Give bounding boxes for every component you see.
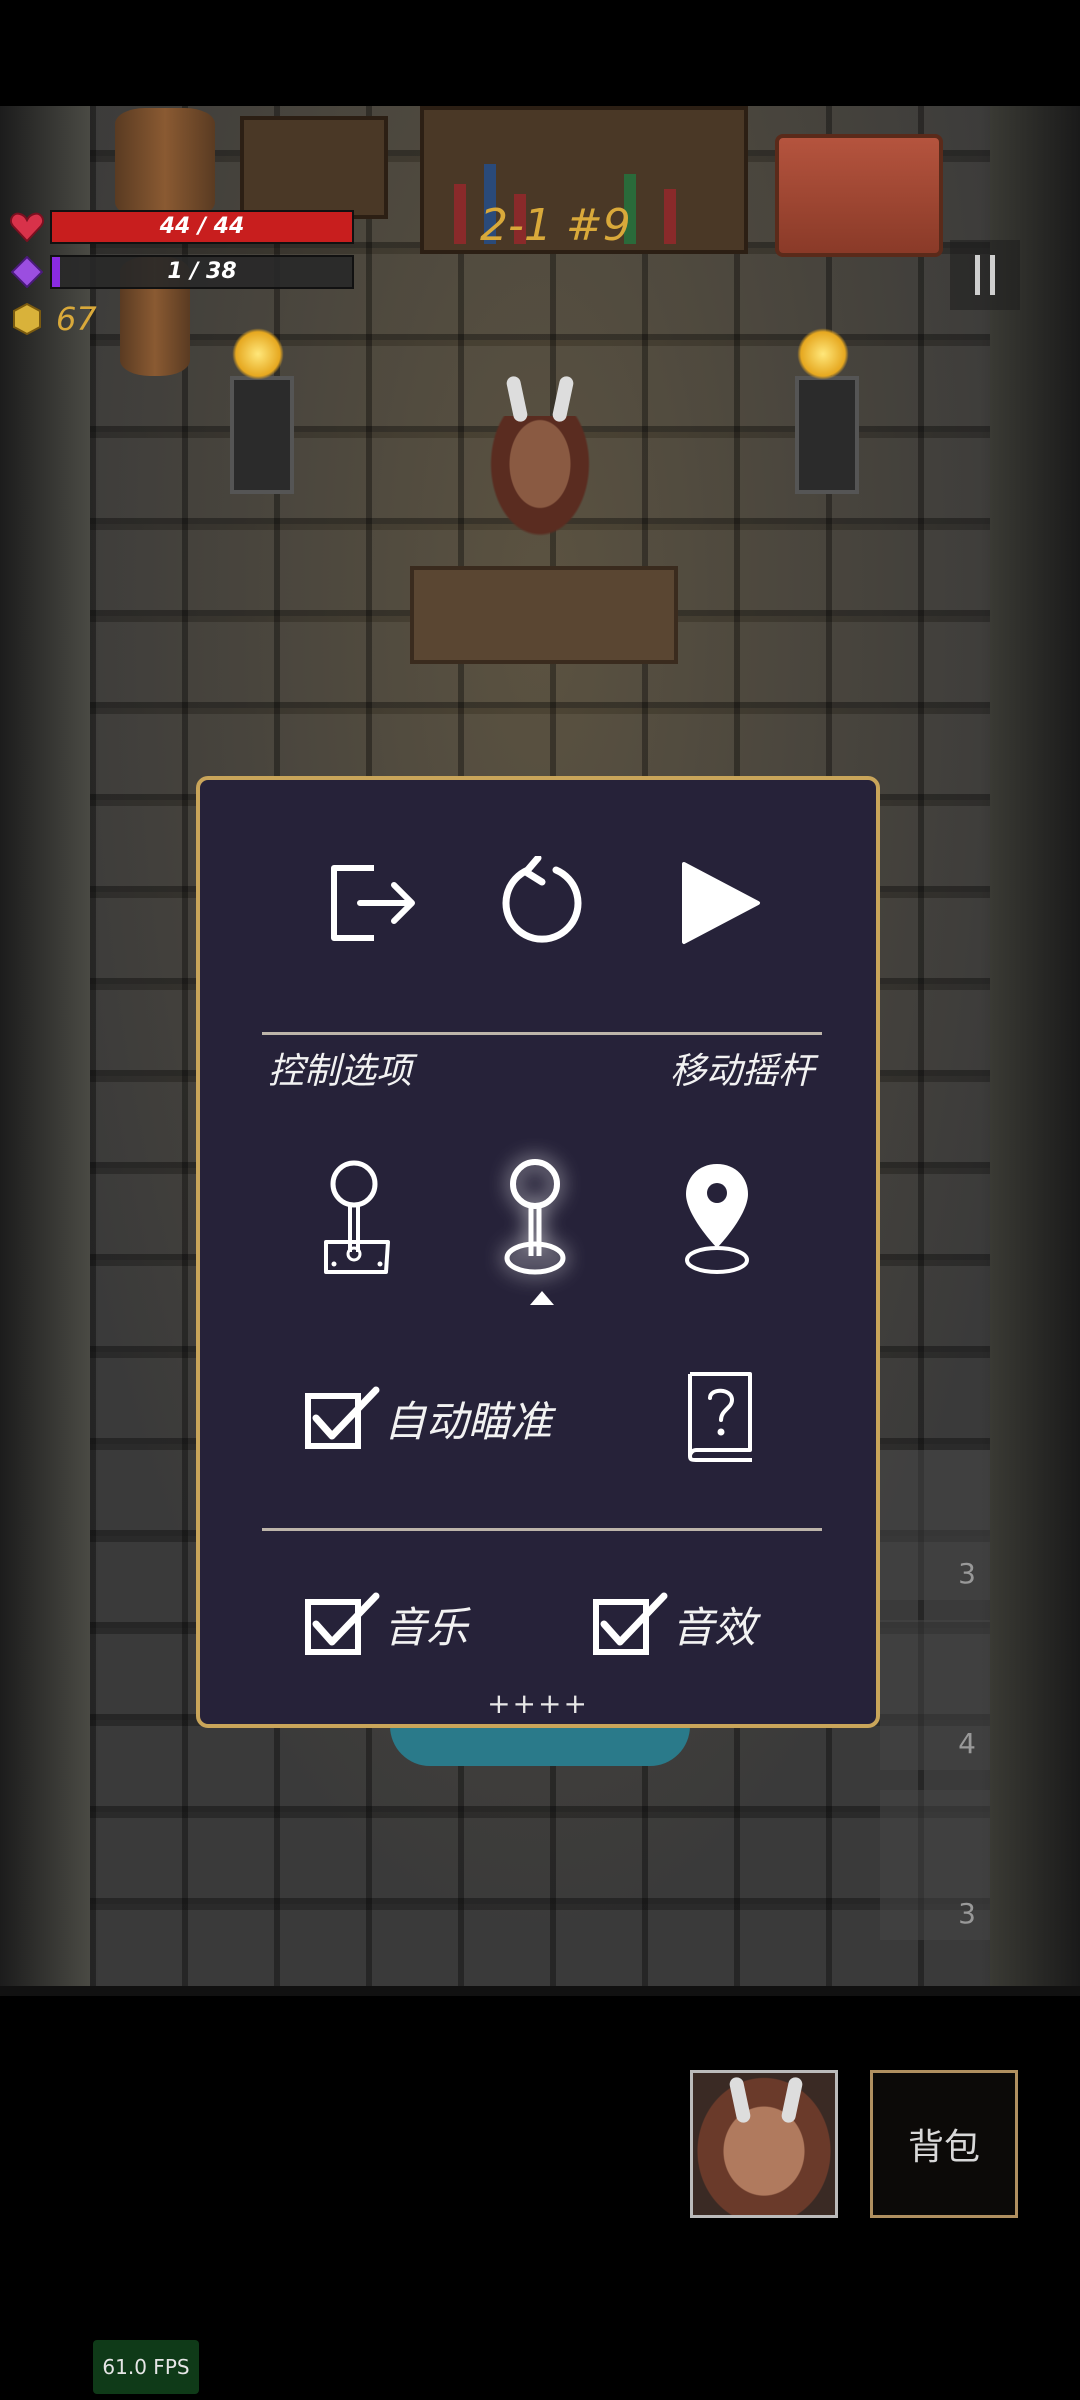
caret-up-icon — [530, 1291, 554, 1305]
right-wall — [990, 106, 1080, 1996]
skill-slot-3[interactable]: 3 — [880, 1790, 990, 1940]
restart-button[interactable] — [498, 854, 586, 952]
joystick-floating-option[interactable] — [500, 1158, 570, 1282]
joystick-floating-icon — [504, 1159, 566, 1275]
coins-row: 67 — [10, 300, 97, 338]
energy-text: 1 / 38 — [167, 259, 237, 284]
torch-stand-left — [230, 376, 294, 494]
energy-row: 1 / 38 — [10, 255, 354, 289]
restart-icon — [502, 854, 582, 943]
location-pin-icon — [685, 1164, 749, 1274]
merchant-character[interactable] — [490, 375, 590, 536]
shop-table[interactable] — [410, 566, 678, 664]
skill-slot-count: 4 — [958, 1727, 976, 1760]
energy-gem-icon — [10, 255, 44, 289]
divider-top — [262, 1032, 822, 1035]
joystick-fixed-icon — [324, 1160, 390, 1274]
exit-button[interactable] — [324, 860, 418, 950]
checkbox-checked-icon — [305, 1592, 380, 1655]
backpack-button[interactable]: 背包 — [870, 2070, 1018, 2218]
portal — [390, 1726, 690, 1766]
coin-icon — [10, 302, 44, 336]
barrel — [115, 108, 215, 218]
checkbox-checked-icon — [305, 1386, 380, 1449]
help-button[interactable] — [684, 1370, 758, 1468]
pause-icon — [975, 255, 980, 295]
credits-button[interactable]: ++++ — [200, 1687, 876, 1720]
sfx-checkbox[interactable]: 音效 — [592, 1592, 756, 1656]
music-checkbox[interactable]: 音乐 — [304, 1592, 468, 1656]
heart-icon — [10, 210, 44, 244]
resume-button[interactable] — [680, 860, 762, 950]
torch-stand-right — [795, 376, 859, 494]
checkbox-checked-icon — [593, 1592, 668, 1655]
torch-flame-left — [232, 328, 284, 380]
skill-slot-2[interactable]: 4 — [880, 1620, 990, 1770]
help-book-icon — [688, 1372, 752, 1462]
exit-icon — [331, 865, 415, 941]
pause-button[interactable] — [950, 240, 1020, 310]
divider-bottom — [262, 1528, 822, 1531]
auto-aim-label: 自动瞄准 — [384, 1396, 553, 1446]
hp-text: 44 / 44 — [159, 214, 245, 239]
skill-slot-count: 3 — [958, 1897, 976, 1930]
left-wall — [0, 106, 90, 1996]
joystick-fixed-option[interactable] — [322, 1160, 392, 1280]
coin-count: 67 — [56, 300, 97, 338]
control-options-label: 控制选项 — [268, 1051, 413, 1092]
crate — [240, 116, 388, 219]
music-label: 音乐 — [384, 1602, 469, 1652]
character-portrait[interactable] — [690, 2070, 838, 2218]
skill-slot-1[interactable]: 3 — [880, 1450, 990, 1600]
hp-bar: 44 / 44 — [50, 210, 354, 244]
fps-counter: 61.0 FPS — [93, 2340, 199, 2394]
play-icon — [682, 862, 760, 944]
skill-slot-count: 3 — [958, 1557, 976, 1590]
auto-aim-checkbox[interactable]: 自动瞄准 — [304, 1386, 552, 1450]
energy-bar: 1 / 38 — [50, 255, 354, 289]
sfx-label: 音效 — [672, 1602, 757, 1652]
treasure-chest — [775, 134, 943, 257]
pause-menu-panel: 控制选项 移动摇杆 自动瞄准 音乐 音效 ++++ — [196, 776, 880, 1728]
hp-row: 44 / 44 — [10, 210, 354, 244]
selected-indicator — [529, 1290, 555, 1310]
level-indicator: 2-1 #9 — [480, 200, 631, 251]
joystick-mode-label: 移动摇杆 — [670, 1051, 815, 1092]
torch-flame-right — [797, 328, 849, 380]
joystick-location-option[interactable] — [682, 1160, 752, 1280]
